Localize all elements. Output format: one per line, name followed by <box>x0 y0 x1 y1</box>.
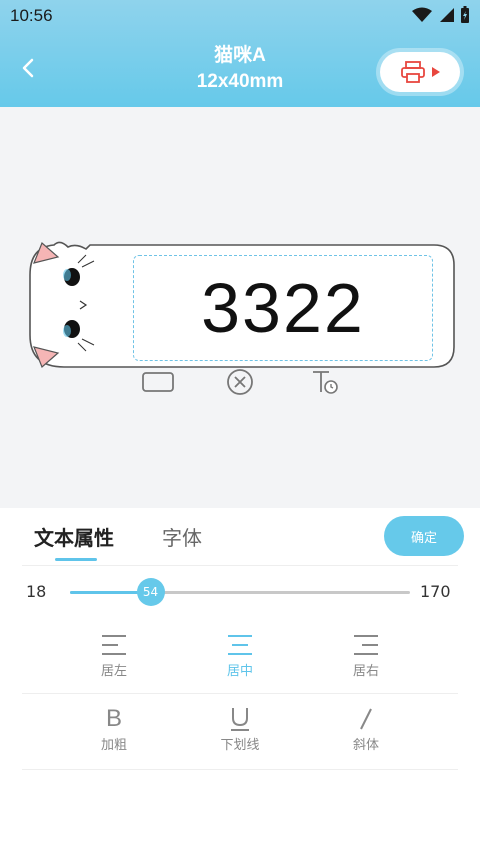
align-right-icon <box>354 635 378 655</box>
status-icons <box>412 6 470 24</box>
battery-icon <box>461 6 469 23</box>
align-center-label: 居中 <box>226 664 253 679</box>
align-right-label: 居右 <box>352 664 379 679</box>
divider <box>22 565 458 566</box>
slider-max-label: 170 <box>420 582 451 601</box>
italic-label: 斜体 <box>352 738 379 753</box>
resize-box-icon[interactable] <box>142 370 174 394</box>
label-text: 3322 <box>201 269 365 347</box>
tab-indicator <box>55 558 97 561</box>
status-time: 10:56 <box>10 6 53 25</box>
italic-icon <box>360 708 372 730</box>
tab-text-properties[interactable]: 文本属性 <box>34 522 114 551</box>
divider <box>22 693 458 694</box>
italic-option[interactable]: 斜体 <box>326 706 406 753</box>
underline-option[interactable]: 下划线 <box>200 706 280 753</box>
align-left-label: 居左 <box>100 664 127 679</box>
slider-thumb[interactable]: 54 <box>136 578 165 606</box>
play-triangle-icon <box>432 67 440 77</box>
align-center-option[interactable]: 居中 <box>200 632 280 679</box>
wifi-icon <box>412 7 432 22</box>
underline-icon <box>231 708 249 731</box>
confirm-button[interactable]: 确定 <box>384 516 464 556</box>
align-left-icon <box>102 635 126 655</box>
delete-circle-icon[interactable] <box>226 368 254 396</box>
tab-font[interactable]: 字体 <box>162 522 202 551</box>
bold-option[interactable]: B 加粗 <box>74 705 154 753</box>
printer-icon <box>401 61 425 83</box>
slider-min-label: 18 <box>26 582 47 601</box>
text-time-icon[interactable] <box>310 368 340 396</box>
align-right-option[interactable]: 居右 <box>326 632 406 679</box>
header-bar: 10:56 猫咪A 12x40mm <box>0 0 480 107</box>
align-left-option[interactable]: 居左 <box>74 632 154 679</box>
label-text-box[interactable]: 3322 <box>133 255 433 361</box>
signal-icon <box>440 8 454 22</box>
divider <box>22 769 458 770</box>
print-button[interactable] <box>380 52 460 92</box>
bold-icon: B <box>105 705 122 732</box>
bold-label: 加粗 <box>100 738 127 753</box>
underline-label: 下划线 <box>220 738 260 753</box>
align-center-icon <box>228 635 252 655</box>
text-box-tools <box>0 368 480 396</box>
property-panel: 文本属性 字体 确定 18 54 170 居左 居中 居右 B 加粗 下划线 斜… <box>0 508 480 853</box>
